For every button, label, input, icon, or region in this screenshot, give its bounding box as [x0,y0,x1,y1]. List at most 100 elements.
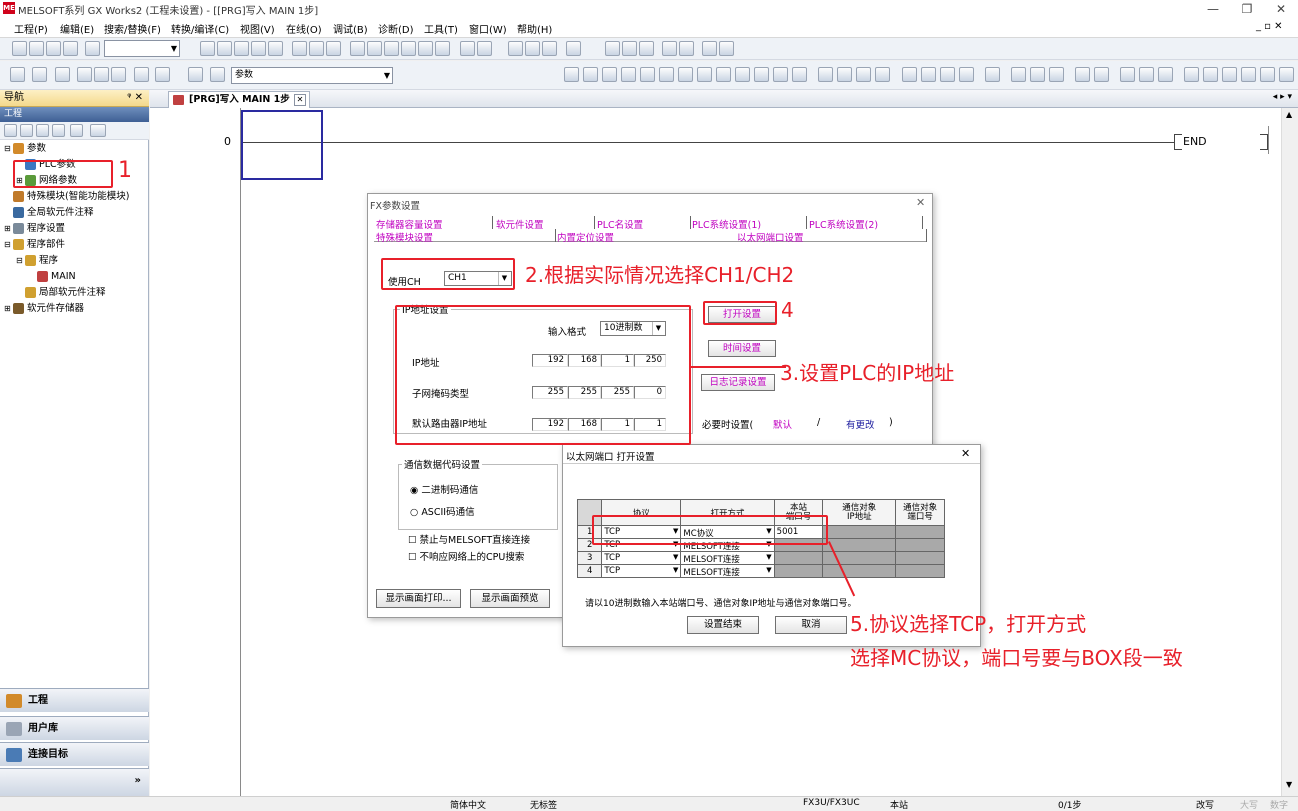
save-icon[interactable] [46,41,61,56]
parallel-fall-icon[interactable] [792,67,807,82]
instruction-icon[interactable] [659,67,674,82]
tab-builtin-positioning[interactable]: 内置定位设置 [557,230,614,244]
sim-settings-icon[interactable] [1241,67,1256,82]
local-port-input[interactable] [773,564,824,578]
check-icon[interactable] [1049,67,1064,82]
nav-refresh-icon[interactable] [70,124,83,137]
undo-icon[interactable] [251,41,266,56]
ladder-cursor[interactable] [241,110,323,180]
tile-icon[interactable] [605,41,620,56]
tree-item[interactable]: ⊟ 参数 [4,142,46,156]
write-plc-icon[interactable] [350,41,365,56]
nav-button-connection[interactable]: 连接目标 [0,742,149,766]
ignore-cpu-search-checkbox[interactable]: ☐ 不响应网络上的CPU搜索 [408,549,524,563]
menu-window[interactable]: 窗口(W) [469,21,507,36]
print-icon[interactable] [63,41,78,56]
help-icon[interactable] [85,41,100,56]
settings-done-button[interactable]: 设置结束 [687,616,759,634]
fx-dialog-close-icon[interactable]: ✕ [916,196,925,209]
copy-icon[interactable] [217,41,232,56]
menu-view[interactable]: 视图(V) [240,21,275,36]
monitor-all-icon[interactable] [1158,67,1173,82]
window-list-icon[interactable] [566,41,581,56]
compile-icon[interactable] [460,41,475,56]
line-delete-icon[interactable] [902,67,917,82]
open-folder-icon[interactable] [29,41,44,56]
toolbar-combo-blank[interactable]: ▼ [104,40,180,57]
paste-icon[interactable] [234,41,249,56]
nav-button-user-library[interactable]: 用户库 [0,716,149,740]
write-mode-icon[interactable] [309,41,324,56]
menu-online[interactable]: 在线(O) [286,21,322,36]
tree-item[interactable]: ⊞ 软元件存储器 [4,302,84,316]
ladder-mode-icon[interactable] [292,41,307,56]
menu-debug[interactable]: 调试(B) [333,21,368,36]
tab-device-settings[interactable]: 软元件设置 [496,217,544,231]
tree-item[interactable]: ⊟ 程序部件 [4,238,65,252]
device-list-icon[interactable] [94,67,109,82]
tree-item[interactable]: MAIN [28,270,76,284]
menu-convert[interactable]: 转换/编译(C) [171,21,229,36]
split-icon[interactable] [679,41,694,56]
local-port-input[interactable] [773,551,824,565]
menu-diagnose[interactable]: 诊断(D) [378,21,414,36]
rising-edge-icon[interactable] [735,67,750,82]
contact-no-icon[interactable] [564,67,579,82]
parallel-no-icon[interactable] [602,67,617,82]
info-icon[interactable] [188,67,203,82]
invert-icon[interactable] [818,67,833,82]
nav-button-project[interactable]: 工程 [0,688,149,712]
statement-icon[interactable] [959,67,974,82]
contact-nc-icon[interactable] [583,67,598,82]
parallel-rise-icon[interactable] [773,67,788,82]
protocol-select[interactable]: TCP ▼ [601,564,682,578]
sim-monitor-icon[interactable] [1260,67,1275,82]
ladder-fit-icon[interactable] [719,41,734,56]
tree-item[interactable]: 全局软元件注释 [4,206,94,220]
time-settings-button[interactable]: 时间设置 [708,340,776,357]
tab-memory-capacity[interactable]: 存储器容量设置 [376,217,443,231]
new-file-icon[interactable] [12,41,27,56]
tab-plc-system-2[interactable]: PLC系统设置(2) [809,217,878,231]
delete-line-icon[interactable] [716,67,731,82]
arrange-icon[interactable] [639,41,654,56]
tree-item[interactable]: 局部软元件注释 [16,286,106,300]
read-plc-icon[interactable] [367,41,382,56]
print-screen-button[interactable]: 显示画面打印... [376,589,461,608]
falling-edge-icon[interactable] [754,67,769,82]
menu-tools[interactable]: 工具(T) [424,21,458,36]
monitor-write-icon[interactable] [1139,67,1154,82]
device-icon[interactable] [508,41,523,56]
watch-icon[interactable] [111,67,126,82]
tree-expander-icon[interactable]: ⊞ [4,302,13,316]
tab-plc-system-1[interactable]: PLC系统设置(1) [692,217,761,231]
close-window-button[interactable]: ✕ [1264,0,1298,18]
nav-properties-icon[interactable] [52,124,65,137]
sim-start-icon[interactable] [1184,67,1199,82]
cross-ref-icon[interactable] [77,67,92,82]
scroll-down-icon[interactable]: ▼ [1286,780,1292,789]
device-comment-icon[interactable] [1075,67,1090,82]
tab-special-module[interactable]: 特殊模块设置 [376,230,433,244]
tab-main-program[interactable]: [PRG]写入 MAIN 1步 ✕ [168,91,310,108]
tree-item[interactable]: 特殊模块(智能功能模块) [4,190,129,204]
disable-melsoft-checkbox[interactable]: ☐ 禁止与MELSOFT直接连接 [408,532,530,546]
hline-icon[interactable] [678,67,693,82]
restore-button[interactable]: ❐ [1230,0,1264,18]
tab-ethernet-port[interactable]: 以太网端口设置 [737,230,804,244]
scroll-up-icon[interactable]: ▲ [1286,110,1292,119]
ladder-zoom-icon[interactable] [702,41,717,56]
eth-dialog-close-icon[interactable]: ✕ [961,447,970,460]
menu-edit[interactable]: 编辑(E) [60,21,94,36]
tree-item[interactable]: ⊞ 程序设置 [4,222,65,236]
device-batch-icon[interactable] [134,67,149,82]
monitor-mode-icon[interactable] [326,41,341,56]
tree-expander-icon[interactable]: ⊟ [4,142,13,156]
comment-icon[interactable] [940,67,955,82]
program-list-icon[interactable] [32,67,47,82]
sim-active-icon[interactable] [1203,67,1218,82]
cascade-icon[interactable] [622,41,637,56]
buffer-icon[interactable] [525,41,540,56]
note-icon[interactable] [985,67,1000,82]
binoculars-icon[interactable] [210,67,225,82]
